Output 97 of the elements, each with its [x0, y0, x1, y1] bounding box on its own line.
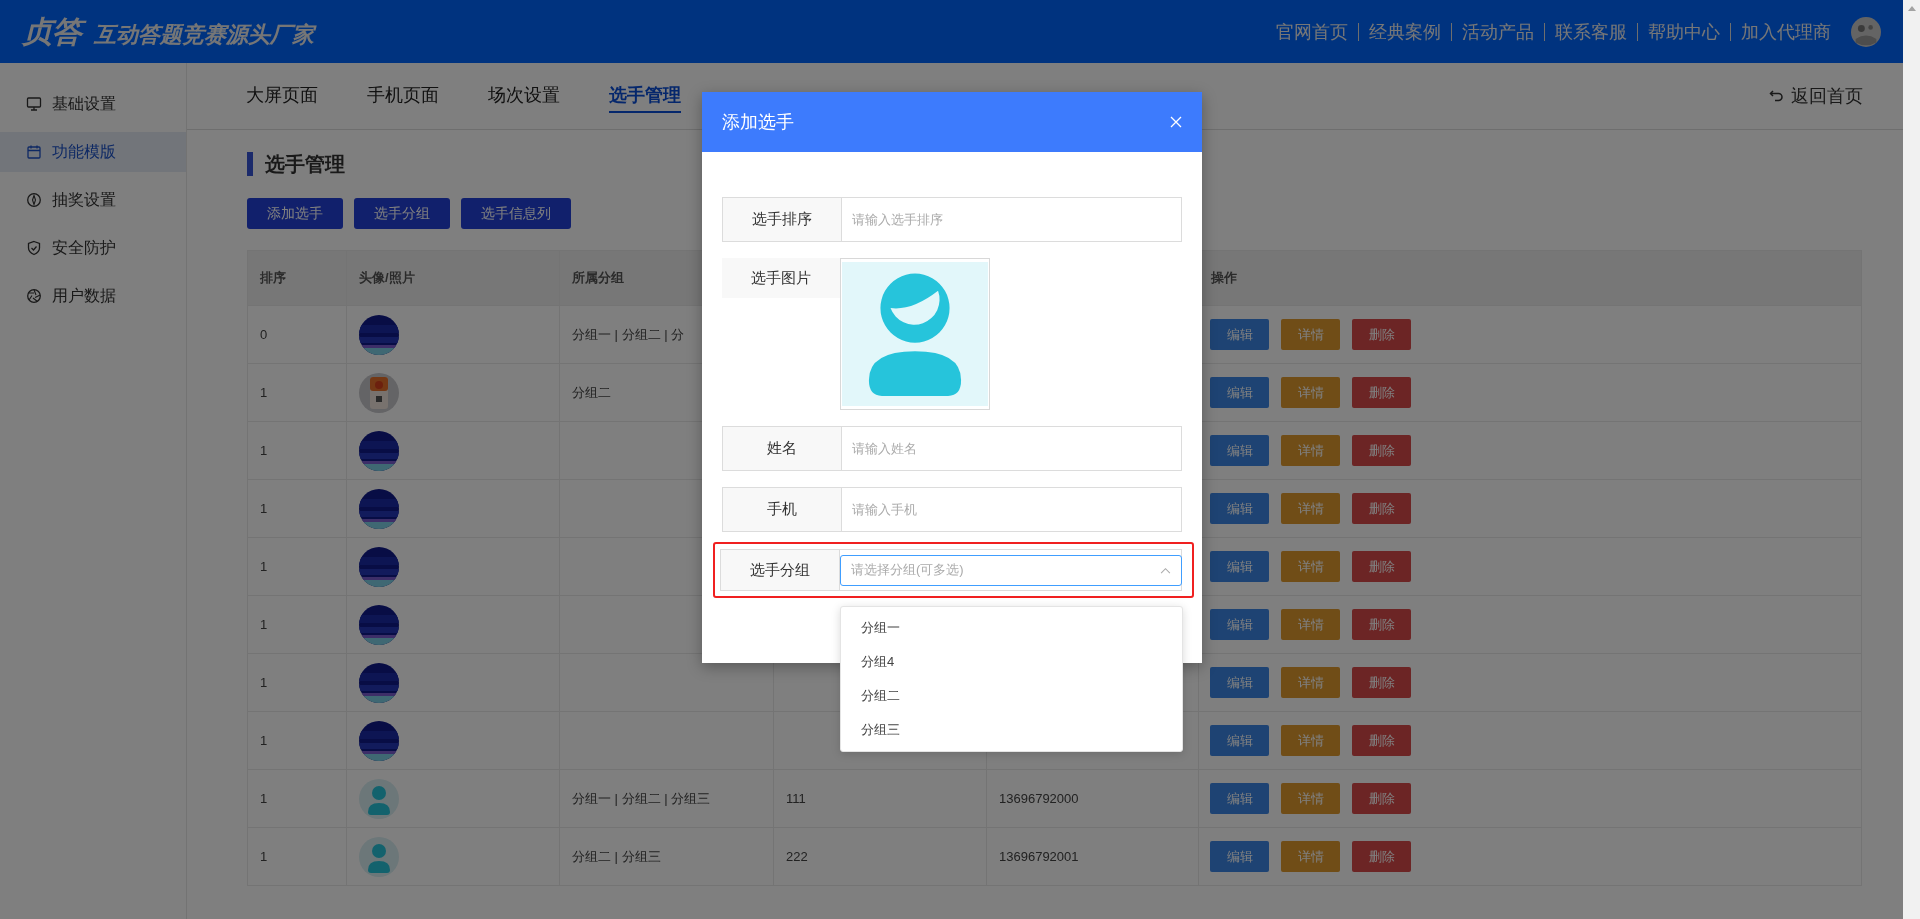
detail-button[interactable]: 详情	[1281, 667, 1340, 698]
avatar-icon	[359, 778, 399, 819]
shield-icon	[26, 240, 42, 256]
delete-button[interactable]: 删除	[1352, 667, 1411, 698]
detail-button[interactable]: 详情	[1281, 319, 1340, 350]
delete-button[interactable]: 删除	[1352, 493, 1411, 524]
nav-link[interactable]: 经典案例	[1358, 22, 1451, 41]
detail-button[interactable]: 详情	[1281, 783, 1340, 814]
close-icon[interactable]	[1170, 116, 1182, 128]
sidebar-item[interactable]: 功能模版	[0, 132, 186, 172]
input-field[interactable]: 请输入选手排序	[842, 197, 1182, 242]
person-icon	[842, 262, 988, 406]
edit-button[interactable]: 编辑	[1210, 783, 1269, 814]
nav-link[interactable]: 加入代理商	[1730, 22, 1841, 41]
table-cell: 13696792000	[999, 791, 1079, 806]
image-preview[interactable]	[840, 258, 990, 410]
delete-button[interactable]: 删除	[1352, 551, 1411, 582]
avatar-icon	[359, 836, 399, 877]
dialog-title: 添加选手	[722, 111, 794, 134]
detail-button[interactable]: 详情	[1281, 725, 1340, 756]
tab[interactable]: 大屏页面	[246, 79, 318, 113]
edit-button[interactable]: 编辑	[1210, 725, 1269, 756]
table-cell: 1	[260, 675, 268, 690]
table-cell: 222	[786, 849, 808, 864]
tab[interactable]: 场次设置	[488, 79, 560, 113]
table-cell: 1	[260, 849, 268, 864]
toolbar-button[interactable]: 添加选手	[247, 198, 343, 229]
toolbar-button[interactable]: 选手分组	[354, 198, 450, 229]
dropdown-option[interactable]: 分组三	[841, 713, 1182, 747]
detail-button[interactable]: 详情	[1281, 435, 1340, 466]
field-label: 手机	[722, 487, 842, 532]
table-cell: 分组二 | 分组三	[572, 847, 661, 866]
detail-button[interactable]: 详情	[1281, 609, 1340, 640]
field-label: 选手图片	[722, 258, 840, 298]
table-cell: 0	[260, 327, 268, 342]
delete-button[interactable]: 删除	[1352, 841, 1411, 872]
nav-link[interactable]: 活动产品	[1451, 22, 1544, 41]
nav-link[interactable]: 官网首页	[1266, 22, 1358, 41]
undo-icon	[1769, 88, 1785, 104]
edit-button[interactable]: 编辑	[1210, 609, 1269, 640]
tab[interactable]: 手机页面	[367, 79, 439, 113]
table-cell: 13696792001	[999, 849, 1079, 864]
column-header: 操作	[1210, 269, 1238, 287]
delete-button[interactable]: 删除	[1352, 435, 1411, 466]
calendar-icon	[26, 144, 42, 160]
detail-button[interactable]: 详情	[1281, 377, 1340, 408]
dropdown-option[interactable]: 分组4	[841, 645, 1182, 679]
dropdown-option[interactable]: 分组一	[841, 611, 1182, 645]
scroll-up-arrow-icon[interactable]	[1907, 5, 1916, 11]
logo-text: 贞答	[22, 11, 88, 52]
edit-button[interactable]: 编辑	[1210, 841, 1269, 872]
table-cell: 1	[260, 385, 268, 400]
table-cell: 1	[260, 559, 268, 574]
edit-button[interactable]: 编辑	[1210, 319, 1269, 350]
delete-button[interactable]: 删除	[1352, 783, 1411, 814]
monitor-icon	[26, 96, 42, 112]
table-cell: 分组二	[572, 383, 611, 402]
select-field[interactable]: 请选择分组(可多选)	[840, 554, 1182, 586]
sidebar-item[interactable]: 抽奖设置	[0, 180, 186, 220]
scrollbar[interactable]	[1903, 0, 1920, 919]
detail-button[interactable]: 详情	[1281, 551, 1340, 582]
edit-button[interactable]: 编辑	[1210, 493, 1269, 524]
input-field[interactable]: 请输入姓名	[842, 426, 1182, 471]
delete-button[interactable]: 删除	[1352, 725, 1411, 756]
compass-icon	[26, 192, 42, 208]
toolbar-button[interactable]: 选手信息列	[461, 198, 571, 229]
sidebar-item[interactable]: 基础设置	[0, 84, 186, 124]
caret-icon	[1160, 566, 1171, 574]
detail-button[interactable]: 详情	[1281, 493, 1340, 524]
column-header: 头像/照片	[347, 251, 560, 305]
table-cell: 1	[260, 791, 268, 806]
edit-button[interactable]: 编辑	[1210, 435, 1269, 466]
delete-button[interactable]: 删除	[1352, 609, 1411, 640]
column-header: 排序	[248, 251, 347, 305]
edit-button[interactable]: 编辑	[1210, 667, 1269, 698]
table-cell: 1	[260, 733, 268, 748]
table-cell: 1	[260, 501, 268, 516]
edit-button[interactable]: 编辑	[1210, 377, 1269, 408]
delete-button[interactable]: 删除	[1352, 319, 1411, 350]
dropdown-option[interactable]: 分组二	[841, 679, 1182, 713]
back-link[interactable]: 返回首页	[1769, 84, 1863, 108]
sidebar-item[interactable]: 用户数据	[0, 276, 186, 316]
edit-button[interactable]: 编辑	[1210, 551, 1269, 582]
sidebar-item[interactable]: 安全防护	[0, 228, 186, 268]
field-label: 姓名	[722, 426, 842, 471]
table-cell: 1	[260, 617, 268, 632]
nav-link[interactable]: 帮助中心	[1637, 22, 1730, 41]
tab[interactable]: 选手管理	[609, 79, 681, 113]
detail-button[interactable]: 详情	[1281, 841, 1340, 872]
nav-link[interactable]: 联系客服	[1544, 22, 1637, 41]
delete-button[interactable]: 删除	[1352, 377, 1411, 408]
input-field[interactable]: 请输入手机	[842, 487, 1182, 532]
table-cell: 111	[786, 791, 806, 806]
table-cell: 1	[260, 443, 268, 458]
aperture-icon	[26, 288, 42, 304]
field-label: 选手排序	[722, 197, 842, 242]
field-label: 选手分组	[721, 550, 840, 590]
